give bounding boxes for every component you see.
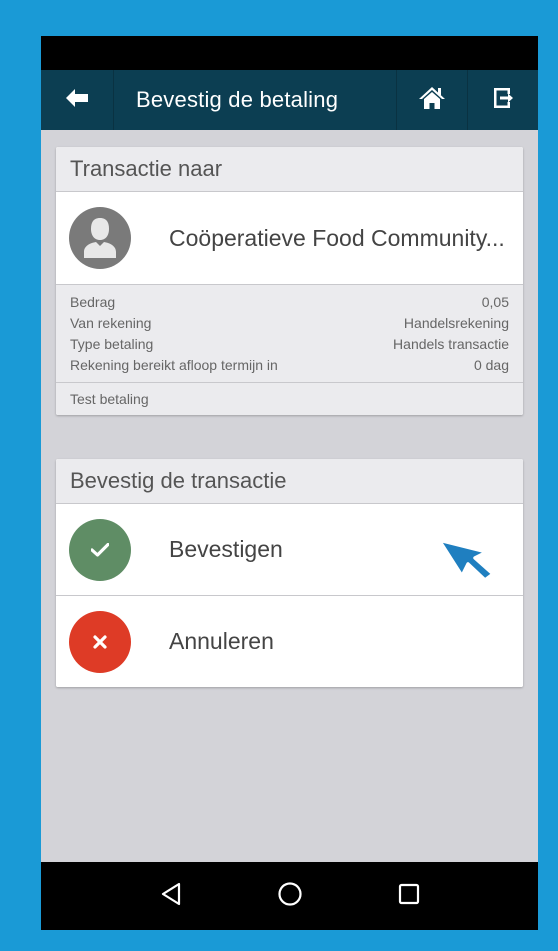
detail-row-expiry: Rekening bereikt afloop termijn in 0 dag bbox=[70, 355, 509, 376]
logout-button[interactable] bbox=[467, 70, 538, 130]
detail-row-amount: Bedrag 0,05 bbox=[70, 292, 509, 313]
detail-label: Rekening bereikt afloop termijn in bbox=[70, 357, 278, 373]
detail-value: 0 dag bbox=[473, 357, 509, 373]
detail-value: 0,05 bbox=[481, 294, 509, 310]
app-bar: Bevestig de betaling bbox=[41, 70, 538, 130]
user-placeholder-icon bbox=[80, 214, 120, 263]
recipient-name: Coöperatieve Food Community... bbox=[169, 224, 505, 251]
avatar bbox=[69, 207, 131, 269]
detail-value: Handelsrekening bbox=[403, 315, 509, 331]
cancel-button[interactable]: Annuleren bbox=[56, 595, 523, 687]
status-bar bbox=[41, 36, 538, 70]
detail-value: Handels transactie bbox=[393, 336, 509, 352]
detail-row-account: Van rekening Handelsrekening bbox=[70, 313, 509, 334]
transaction-note: Test betaling bbox=[56, 383, 523, 415]
page-title: Bevestig de betaling bbox=[136, 87, 339, 112]
nav-home-button[interactable] bbox=[270, 876, 310, 916]
detail-label: Van rekening bbox=[70, 315, 152, 331]
cancel-label: Annuleren bbox=[169, 628, 274, 654]
transaction-details: Bedrag 0,05 Van rekening Handelsrekening… bbox=[56, 285, 523, 383]
close-icon bbox=[69, 610, 131, 673]
confirm-label: Bevestigen bbox=[169, 536, 283, 562]
check-icon bbox=[69, 518, 131, 581]
transaction-card-header: Transactie naar bbox=[56, 147, 523, 192]
confirm-card-header: Bevestig de transactie bbox=[56, 459, 523, 504]
triangle-back-icon bbox=[160, 882, 182, 911]
system-nav-bar bbox=[41, 862, 538, 930]
nav-back-button[interactable] bbox=[151, 876, 191, 916]
transaction-card: Transactie naar Coöperatieve Food Commun… bbox=[56, 147, 523, 415]
detail-label: Bedrag bbox=[70, 294, 116, 310]
detail-label: Type betaling bbox=[70, 336, 154, 352]
square-recents-icon bbox=[398, 883, 420, 910]
arrow-left-icon bbox=[66, 88, 88, 112]
phone-screen: Bevestig de betaling Transactie naar Coö… bbox=[41, 36, 538, 930]
circle-home-icon bbox=[277, 881, 303, 912]
mouse-cursor-icon bbox=[437, 536, 495, 587]
back-button[interactable] bbox=[41, 70, 114, 130]
home-icon bbox=[418, 86, 446, 115]
recipient-row: Coöperatieve Food Community... bbox=[56, 192, 523, 285]
detail-row-type: Type betaling Handels transactie bbox=[70, 334, 509, 355]
logout-icon bbox=[491, 86, 515, 115]
home-button[interactable] bbox=[396, 70, 467, 130]
nav-recents-button[interactable] bbox=[389, 876, 429, 916]
